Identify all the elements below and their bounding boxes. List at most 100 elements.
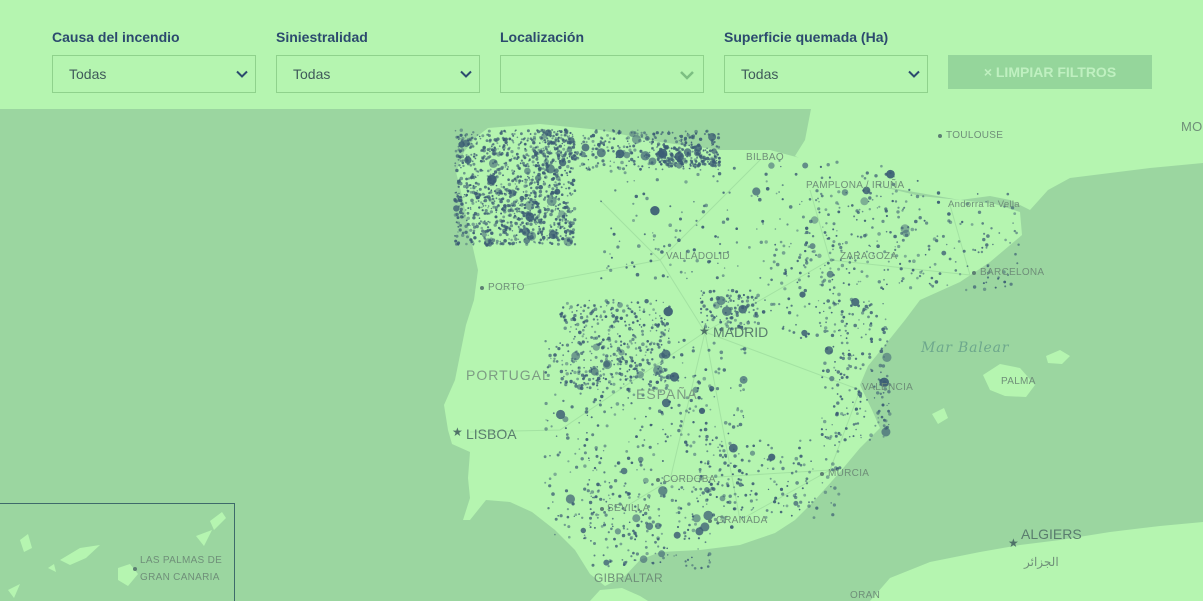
fire-point — [704, 462, 707, 465]
fire-point — [745, 445, 749, 448]
fire-point — [673, 531, 681, 539]
fire-point — [886, 404, 888, 407]
fire-point — [580, 306, 582, 309]
fire-point — [623, 342, 626, 346]
fire-point — [700, 153, 703, 156]
fire-point — [478, 240, 481, 243]
fire-point — [564, 427, 567, 430]
fire-map[interactable]: TOULOUSE MO BILBAO PAMPLONA / IRUÑA Ando… — [0, 109, 1203, 601]
fire-point — [515, 242, 517, 244]
fire-point — [590, 359, 592, 361]
fire-point — [954, 261, 957, 263]
fire-point — [531, 220, 533, 223]
fire-point — [902, 208, 904, 211]
fire-point — [617, 302, 620, 304]
fire-point — [483, 185, 487, 189]
fire-point — [557, 137, 560, 140]
fire-point — [612, 352, 616, 356]
location-select[interactable] — [500, 55, 704, 93]
fire-point — [828, 306, 832, 310]
fire-point — [702, 304, 706, 308]
fire-point — [488, 221, 491, 224]
area-select[interactable]: Todas — [724, 55, 928, 93]
fire-point — [683, 143, 687, 147]
cause-select[interactable]: Todas — [52, 55, 256, 93]
fire-point — [661, 274, 665, 278]
fire-point — [868, 355, 872, 359]
fire-point — [497, 148, 499, 150]
fire-point — [826, 270, 834, 278]
fire-point — [865, 171, 869, 175]
fire-point — [472, 186, 476, 190]
fire-point — [654, 247, 657, 250]
fire-point — [649, 259, 653, 263]
fire-point — [465, 157, 469, 161]
fire-point — [698, 407, 706, 414]
fire-point — [675, 554, 678, 557]
fire-point — [738, 383, 742, 388]
ibiza-island — [932, 408, 948, 424]
fire-point — [478, 206, 481, 209]
fire-point — [566, 194, 569, 197]
fire-point — [844, 241, 848, 245]
fire-point — [863, 323, 865, 325]
fire-point — [682, 488, 685, 491]
fire-point — [847, 283, 851, 286]
fire-point — [542, 141, 544, 143]
fire-point — [517, 202, 520, 204]
fire-point — [467, 142, 470, 146]
fire-point — [583, 464, 587, 468]
fire-point — [533, 240, 536, 243]
fire-point — [569, 305, 573, 309]
fire-point — [537, 230, 541, 234]
fire-point — [958, 273, 962, 276]
fire-point — [511, 230, 514, 232]
fire-point — [723, 267, 726, 269]
fire-point — [573, 218, 577, 222]
fire-point — [652, 453, 656, 457]
fire-point — [527, 229, 530, 233]
fire-point — [558, 451, 562, 454]
fire-point — [704, 487, 710, 493]
fire-point — [483, 196, 486, 199]
fire-point — [610, 355, 612, 357]
fire-point — [465, 182, 469, 185]
fire-point — [686, 277, 688, 280]
fire-point — [530, 232, 532, 235]
city-label-zaragoza: ZARAGOZA — [840, 251, 898, 262]
fire-point — [770, 510, 773, 514]
fire-point — [505, 187, 509, 191]
fire-point — [749, 499, 754, 503]
fire-point — [500, 183, 503, 186]
fire-point — [652, 342, 656, 346]
fire-point — [613, 326, 616, 328]
fire-point — [705, 129, 709, 133]
fire-point — [861, 210, 864, 213]
fire-point — [559, 381, 562, 384]
fire-point — [596, 148, 606, 158]
fire-point — [688, 136, 691, 139]
fire-point — [837, 303, 839, 305]
fire-point — [812, 468, 814, 470]
fire-point — [761, 310, 766, 314]
fire-point — [529, 238, 532, 241]
clear-filters-button[interactable]: × LIMPIAR FILTROS — [948, 55, 1152, 89]
fire-point — [826, 163, 830, 167]
fire-point — [883, 269, 886, 271]
fire-point — [765, 187, 770, 191]
fire-point — [831, 244, 835, 248]
fire-point — [832, 240, 836, 244]
fire-point — [801, 215, 805, 219]
fire-point — [557, 226, 559, 228]
fire-point — [512, 134, 515, 137]
fire-point — [878, 363, 883, 368]
siniestralidad-select[interactable]: Todas — [276, 55, 480, 93]
fire-point — [634, 342, 637, 344]
fire-point — [519, 175, 523, 178]
fire-point — [690, 156, 693, 160]
fire-point — [548, 131, 551, 134]
fire-point — [668, 328, 670, 330]
fire-point — [542, 182, 547, 186]
fire-point — [567, 186, 571, 190]
fire-point — [845, 322, 848, 325]
